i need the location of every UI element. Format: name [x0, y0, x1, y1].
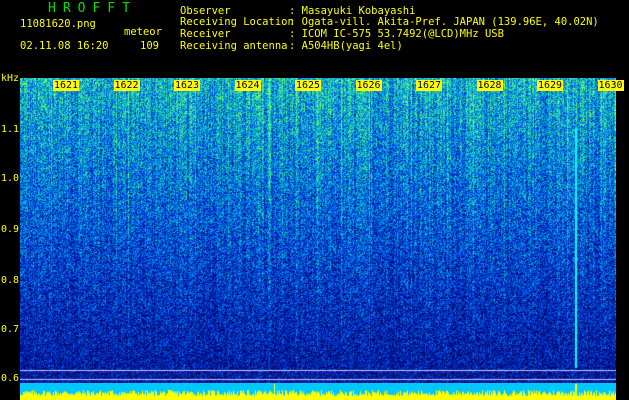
x-tick-label: 1621 — [53, 80, 80, 91]
meteor-count: 109 — [140, 40, 159, 52]
x-tick-label: 1630 — [597, 80, 624, 91]
receiver-value: : ICOM IC-575 53.7492(@LCD)MHz USB — [289, 28, 504, 40]
x-tick-label: 1624 — [234, 80, 261, 91]
y-tick-label: 0.7 — [1, 324, 20, 335]
app-logo: HROFFT — [48, 1, 137, 16]
antenna-value: : A504HB(yagi 4el) — [289, 40, 403, 52]
y-tick-label: 0.9 — [1, 224, 20, 235]
x-tick-label: 1627 — [416, 80, 443, 91]
x-tick-label: 1628 — [476, 80, 503, 91]
y-axis-unit: kHz — [1, 73, 20, 84]
x-tick-label: 1622 — [113, 80, 140, 91]
datetime-label: 02.11.08 16:20 — [20, 40, 109, 52]
filename-label: 11081620.png — [20, 18, 96, 30]
x-tick-label: 1625 — [295, 80, 322, 91]
x-tick-label: 1623 — [174, 80, 201, 91]
y-tick-label: 0.8 — [1, 275, 20, 286]
power-strip — [20, 383, 616, 400]
y-tick-label: 1.1 — [1, 124, 20, 135]
y-tick-label: 1.0 — [1, 173, 20, 184]
receiver-label: Receiver — [180, 28, 231, 40]
meteor-label: meteor — [124, 26, 162, 38]
x-tick-label: 1629 — [537, 80, 564, 91]
x-tick-label: 1626 — [355, 80, 382, 91]
y-tick-label: 0.6 — [1, 373, 20, 384]
location-value: : Ogata-vill. Akita-Pref. JAPAN (139.96E… — [289, 16, 599, 28]
antenna-label: Receiving antenna — [180, 40, 288, 52]
spectrogram — [20, 78, 616, 383]
location-label: Receiving Location — [180, 16, 294, 28]
